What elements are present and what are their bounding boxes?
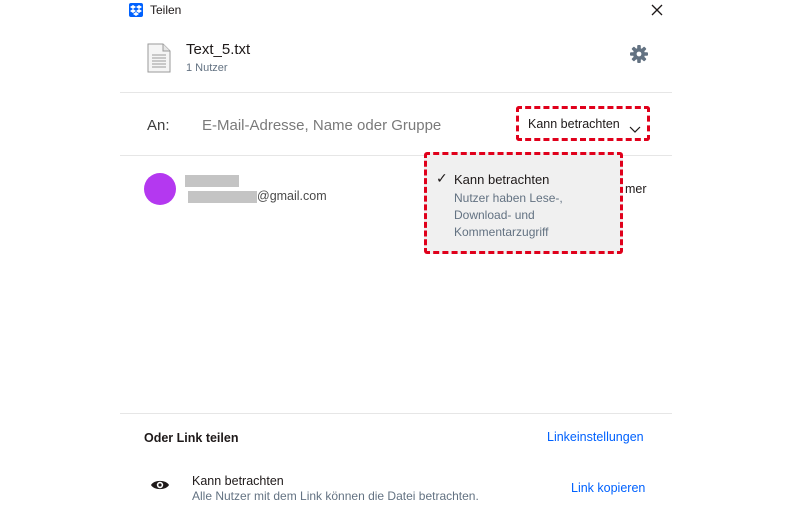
checkmark-icon: ✓ [436, 170, 448, 186]
file-header: Text_5.txt 1 Nutzer [120, 28, 672, 90]
permission-menu-option[interactable]: ✓ Kann betrachten Nutzer haben Lese-, Do… [424, 152, 623, 254]
permission-dropdown-label: Kann betrachten [528, 117, 620, 131]
link-settings-link[interactable]: Linkeinstellungen [547, 430, 644, 444]
member-email-suffix: @gmail.com [257, 189, 327, 203]
redacted-name [185, 175, 239, 187]
to-label: An: [147, 117, 170, 134]
text-file-icon [147, 43, 171, 78]
redacted-email [188, 191, 257, 203]
link-section-title: Oder Link teilen [144, 431, 239, 445]
link-permission-title[interactable]: Kann betrachten [192, 474, 284, 488]
link-permission-description: Alle Nutzer mit dem Link können die Date… [192, 489, 479, 503]
share-recipient-row: An: Kann betrachten [120, 93, 672, 155]
avatar [144, 173, 176, 205]
eye-icon [150, 478, 170, 497]
file-member-count: 1 Nutzer [186, 62, 228, 74]
dropbox-icon [129, 3, 143, 17]
divider [120, 413, 672, 414]
close-icon[interactable] [648, 1, 666, 19]
copy-link-button[interactable]: Link kopieren [571, 481, 645, 495]
title-bar: Teilen [120, 0, 672, 22]
file-name: Text_5.txt [186, 41, 251, 58]
permission-option-title: Kann betrachten [454, 172, 550, 187]
gear-icon[interactable] [629, 44, 649, 64]
member-role[interactable]: mer [625, 182, 647, 196]
permission-dropdown[interactable]: Kann betrachten [516, 106, 650, 141]
permission-option-description: Nutzer haben Lese-, Download- und Kommen… [454, 191, 563, 239]
recipient-input[interactable] [202, 113, 502, 137]
window-title: Teilen [150, 3, 182, 17]
chevron-down-icon [629, 121, 641, 139]
